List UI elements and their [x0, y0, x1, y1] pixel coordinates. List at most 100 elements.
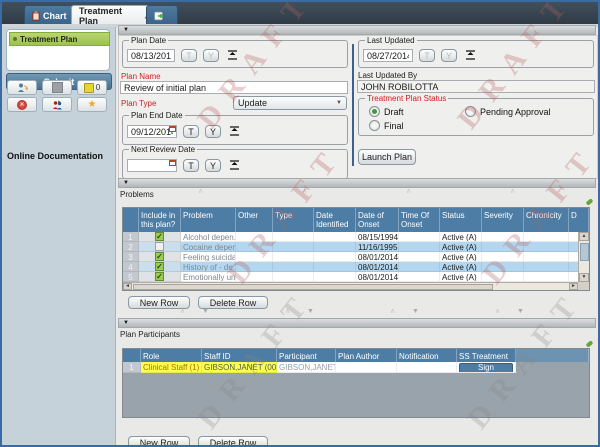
type-cell[interactable]: [273, 252, 314, 262]
other-cell[interactable]: [236, 252, 273, 262]
col-problem[interactable]: Problem: [181, 208, 236, 232]
date-spinner-icon[interactable]: [229, 158, 240, 172]
status-option-final[interactable]: Final: [369, 120, 404, 131]
next-review-date-y-button[interactable]: Y: [205, 159, 221, 172]
problem-cell[interactable]: Cocaine depen...: [181, 242, 236, 252]
col-date-of-onset[interactable]: Date of Onset: [356, 208, 399, 232]
participants-section-header[interactable]: ▼: [118, 318, 596, 328]
col-role[interactable]: Role: [141, 349, 202, 362]
severity-cell[interactable]: [482, 232, 524, 242]
col-rownum[interactable]: [123, 208, 139, 232]
include-checkbox[interactable]: ✓: [155, 232, 164, 241]
participants-new-row-button[interactable]: New Row: [128, 436, 190, 445]
other-cell[interactable]: [236, 232, 273, 242]
role-cell[interactable]: Clinical Staff (1): [141, 362, 202, 373]
participants-row[interactable]: 1 Clinical Staff (1) GIBSON,JANET (0000.…: [123, 362, 516, 373]
severity-cell[interactable]: [482, 262, 524, 272]
col-participant-name[interactable]: Participant Name: [277, 349, 336, 362]
severity-cell[interactable]: [482, 252, 524, 262]
radio-icon[interactable]: [465, 106, 476, 117]
include-checkbox[interactable]: ✓: [155, 272, 164, 281]
time-of-onset-cell[interactable]: [399, 242, 440, 252]
date-of-onset-cell[interactable]: 08/01/2014: [356, 272, 399, 282]
other-cell[interactable]: [236, 272, 273, 282]
date-spinner-icon[interactable]: [227, 48, 238, 62]
plan-date-input[interactable]: [127, 49, 175, 62]
col-date-identified[interactable]: Date Identified: [314, 208, 356, 232]
col-other[interactable]: Other: [236, 208, 273, 232]
online-documentation-link[interactable]: Online Documentation: [7, 151, 111, 161]
problems-row[interactable]: 3 ✓ Feeling suicidal... 08/01/2014 Activ…: [123, 252, 579, 262]
radio-icon[interactable]: [369, 120, 380, 131]
col-chronicity[interactable]: Chronicity: [524, 208, 569, 232]
type-cell[interactable]: [273, 242, 314, 252]
chronicity-cell[interactable]: [524, 272, 569, 282]
col-status[interactable]: Status: [440, 208, 482, 232]
problem-cell[interactable]: Feeling suicidal...: [181, 252, 236, 262]
participants-delete-row-button[interactable]: Delete Row: [198, 436, 268, 445]
col-plan-author[interactable]: Plan Author: [336, 349, 397, 362]
problem-cell[interactable]: Alcohol depen...: [181, 232, 236, 242]
horizontal-scroll-thumb[interactable]: [133, 284, 493, 290]
problem-cell[interactable]: Emotionally un...: [181, 272, 236, 282]
type-cell[interactable]: [273, 262, 314, 272]
date-identified-cell[interactable]: [314, 252, 356, 262]
other-cell[interactable]: [236, 262, 273, 272]
problems-section-header[interactable]: ▼: [118, 178, 596, 188]
col-notification[interactable]: Notification: [397, 349, 457, 362]
plan-end-date-y-button[interactable]: Y: [205, 125, 221, 138]
status-cell[interactable]: Active (A): [440, 232, 482, 242]
chronicity-cell[interactable]: [524, 232, 569, 242]
notes-button[interactable]: 0: [77, 80, 107, 95]
col-staff-id[interactable]: Staff ID: [202, 349, 277, 362]
chronicity-cell[interactable]: [524, 252, 569, 262]
favorite-button[interactable]: ★: [77, 97, 107, 112]
scroll-down-button[interactable]: ▼: [579, 273, 589, 282]
collapse-icon[interactable]: ▼: [123, 27, 129, 33]
problems-row[interactable]: 1 ✓ Alcohol depen... 08/15/1994 Active (…: [123, 232, 579, 242]
plan-author-cell[interactable]: [336, 362, 397, 373]
col-rownum[interactable]: [123, 349, 141, 362]
sign-button[interactable]: Sign: [459, 363, 513, 372]
vertical-scrollbar[interactable]: ▲ ▼: [578, 232, 589, 282]
date-spinner-icon[interactable]: [465, 48, 476, 62]
col-include[interactable]: Include in this plan?: [139, 208, 181, 232]
participant-name-cell[interactable]: GIBSON,JANET: [277, 362, 336, 373]
date-of-onset-cell[interactable]: 08/01/2014: [356, 262, 399, 272]
date-of-onset-cell[interactable]: 11/16/1995: [356, 242, 399, 252]
type-cell[interactable]: [273, 272, 314, 282]
date-identified-cell[interactable]: [314, 272, 356, 282]
time-of-onset-cell[interactable]: [399, 262, 440, 272]
status-cell[interactable]: Active (A): [440, 252, 482, 262]
date-identified-cell[interactable]: [314, 232, 356, 242]
launch-plan-button[interactable]: Launch Plan: [358, 149, 416, 165]
plan-type-dropdown[interactable]: Update ▼: [233, 96, 347, 110]
other-cell[interactable]: [236, 242, 273, 252]
problems-row[interactable]: 5 ✓ Emotionally un... 08/01/2014 Active …: [123, 272, 579, 282]
date-identified-cell[interactable]: [314, 262, 356, 272]
horizontal-scrollbar[interactable]: ◄ ►: [123, 282, 578, 290]
date-spinner-icon[interactable]: [229, 124, 240, 138]
calendar-icon[interactable]: [169, 160, 176, 166]
collapse-icon[interactable]: ▼: [123, 180, 129, 186]
chronicity-cell[interactable]: [524, 262, 569, 272]
chronicity-cell[interactable]: [524, 242, 569, 252]
calendar-icon[interactable]: [169, 126, 176, 132]
type-cell[interactable]: [273, 232, 314, 242]
problem-cell[interactable]: History of - de...: [181, 262, 236, 272]
date-of-onset-cell[interactable]: 08/15/1994: [356, 232, 399, 242]
next-review-date-t-button[interactable]: T: [183, 159, 199, 172]
date-identified-cell[interactable]: [314, 242, 356, 252]
status-cell[interactable]: Active (A): [440, 262, 482, 272]
vertical-scroll-thumb[interactable]: [580, 243, 589, 261]
client-lookup-button[interactable]: [7, 80, 37, 95]
form-section-header[interactable]: ▼: [118, 25, 596, 35]
plan-end-date-t-button[interactable]: T: [183, 125, 199, 138]
problems-row[interactable]: 4 ✓ History of - de... 08/01/2014 Active…: [123, 262, 579, 272]
severity-cell[interactable]: [482, 242, 524, 252]
collapse-icon[interactable]: ▼: [123, 320, 129, 326]
date-of-onset-cell[interactable]: 08/01/2014: [356, 252, 399, 262]
col-severity[interactable]: Severity: [482, 208, 524, 232]
status-cell[interactable]: Active (A): [440, 272, 482, 282]
col-clipped[interactable]: D: [569, 208, 589, 232]
